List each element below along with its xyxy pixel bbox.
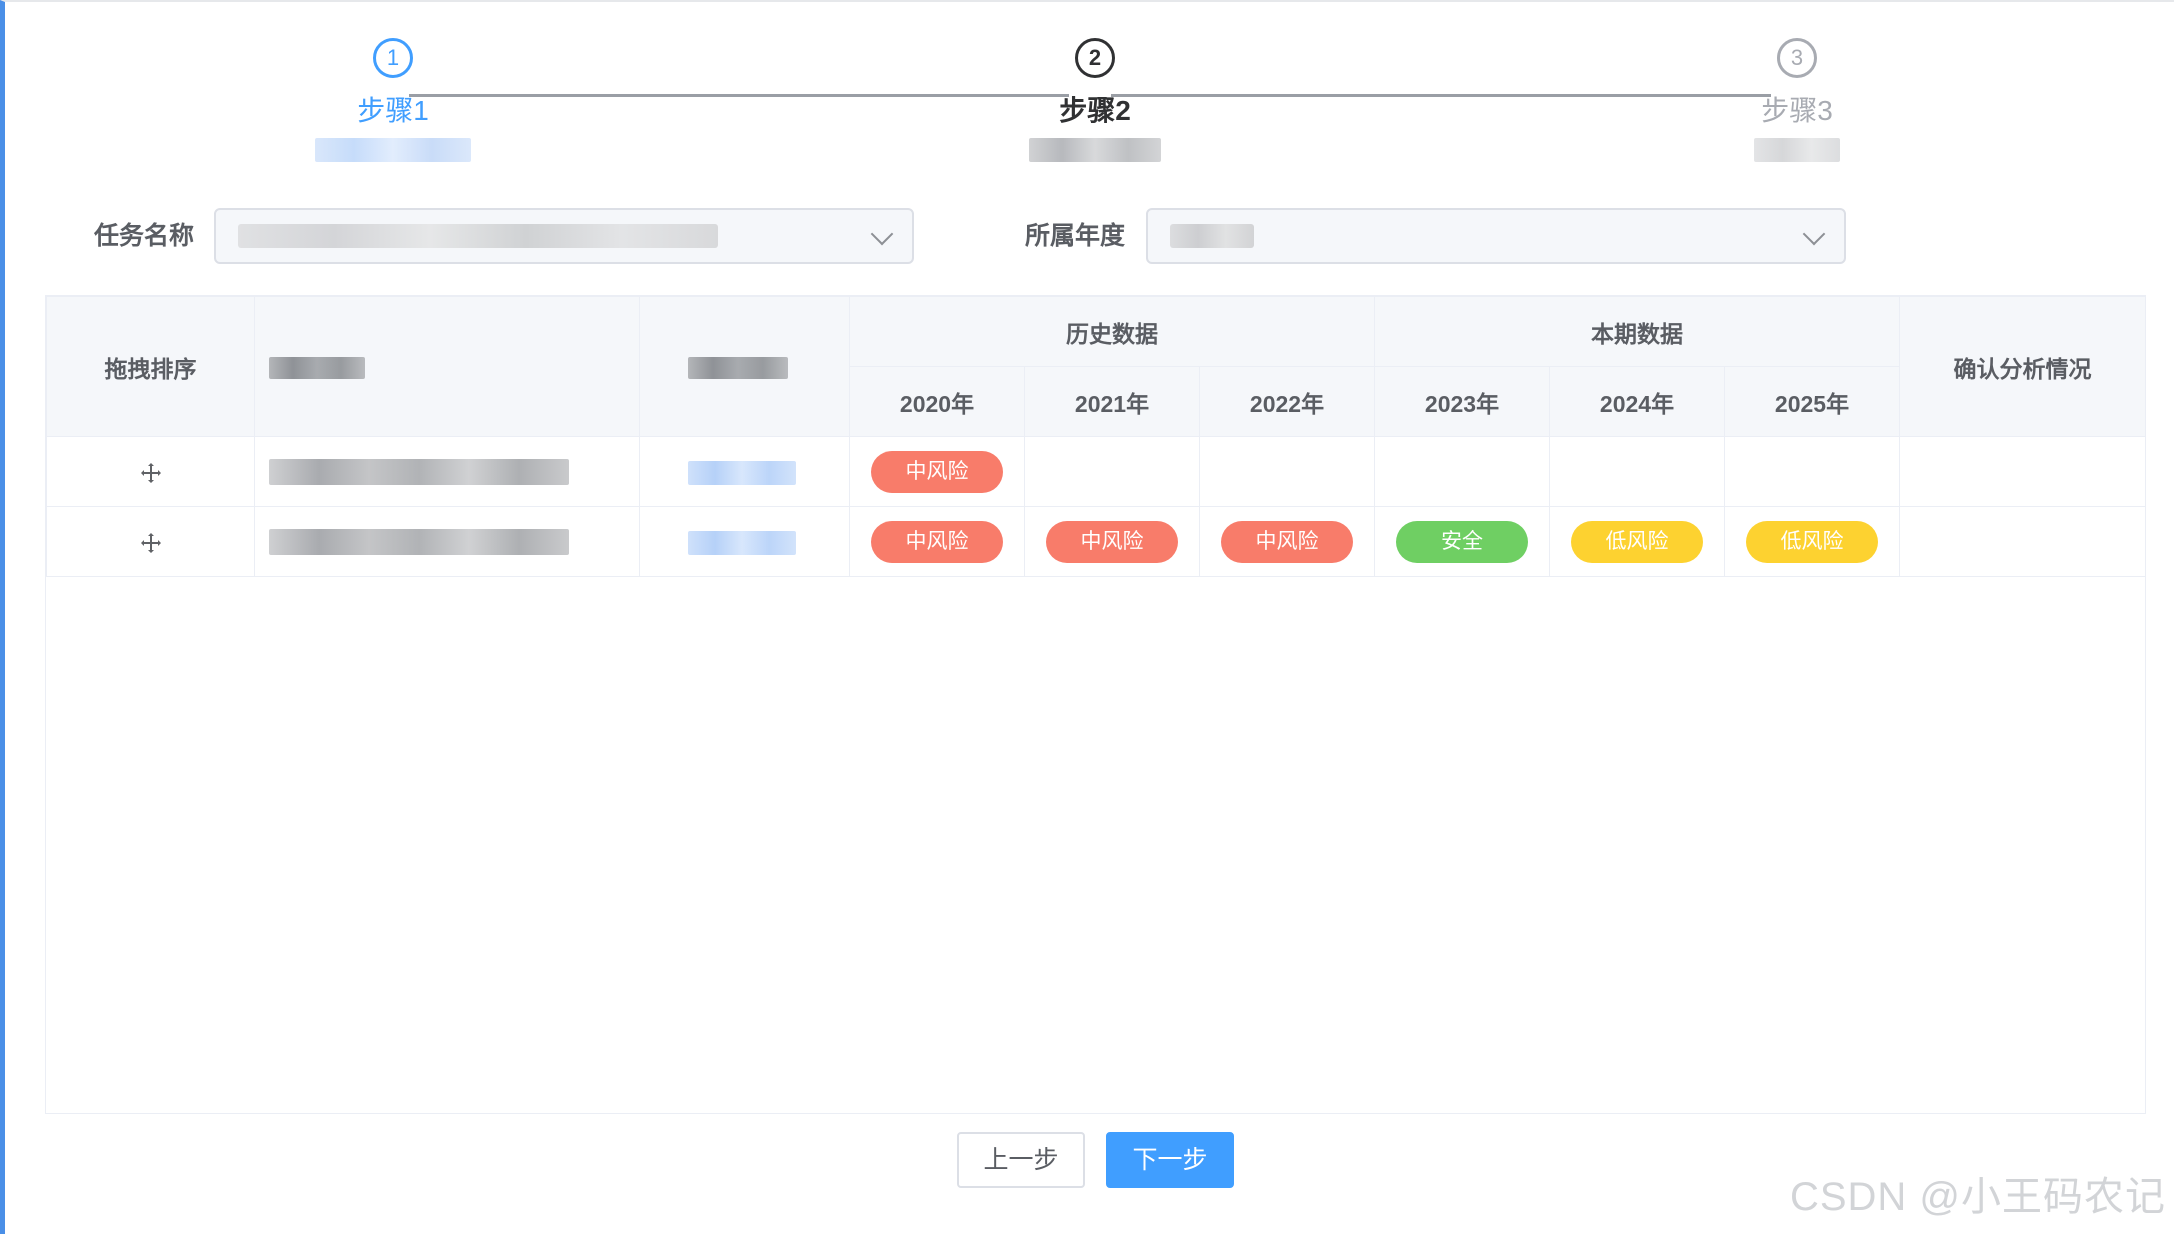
year-cell: 中风险	[1199, 506, 1375, 577]
row-link-redacted	[688, 530, 796, 555]
table-row[interactable]: 中风险	[46, 436, 2146, 507]
year-cell	[1199, 436, 1375, 507]
risk-tag: 中风险	[1046, 520, 1178, 563]
steps-bar: 1 步骤1 2 步骤2 3 步骤3	[5, 38, 2174, 178]
current-data-header: 本期数据	[1374, 296, 1900, 367]
row-link[interactable]	[639, 436, 850, 507]
name-header	[254, 296, 640, 437]
chevron-down-icon	[870, 222, 894, 246]
confirm-cell	[1899, 506, 2146, 577]
step-3[interactable]: 3 步骤3	[1667, 2, 1927, 162]
year-cell: 中风险	[1024, 506, 1200, 577]
drag-move-icon	[140, 462, 161, 483]
year-cell: 低风险	[1724, 506, 1900, 577]
year-cell	[1374, 436, 1550, 507]
confirm-analysis-header: 确认分析情况	[1899, 296, 2146, 437]
year-cell: 低风险	[1549, 506, 1725, 577]
year-cell: 中风险	[849, 506, 1025, 577]
link-header	[639, 296, 850, 437]
history-data-header: 历史数据	[849, 296, 1375, 367]
prev-step-button[interactable]: 上一步	[957, 1132, 1085, 1188]
year-header: 2025年	[1724, 366, 1900, 437]
step-2-number: 2	[1075, 38, 1115, 78]
filter-form: 任务名称 所属年度	[5, 208, 2174, 264]
chevron-down-icon	[1802, 222, 1826, 246]
step-1-title: 步骤1	[357, 95, 429, 126]
task-name-value-redacted	[238, 224, 718, 248]
risk-table: 拖拽排序 历史数据 本期数据 确认分析情况 2020年 2021年 2022年 …	[45, 295, 2146, 1114]
year-header: 2023年	[1374, 366, 1550, 437]
year-header: 2020年	[849, 366, 1025, 437]
watermark: CSDN @小王码农记	[1789, 1175, 2166, 1219]
step-3-title: 步骤3	[1761, 95, 1833, 126]
year-cell	[1724, 436, 1900, 507]
step-2-title: 步骤2	[1059, 95, 1131, 126]
confirm-cell	[1899, 436, 2146, 507]
drag-handle[interactable]	[46, 436, 255, 507]
name-header-redacted	[269, 356, 365, 379]
step-2-description-redacted	[1029, 138, 1161, 162]
row-name-redacted	[269, 459, 569, 486]
risk-tag: 中风险	[871, 450, 1003, 493]
step-1-description-redacted	[315, 138, 471, 162]
row-link-redacted	[688, 460, 796, 485]
year-header: 2021年	[1024, 366, 1200, 437]
year-cell: 中风险	[849, 436, 1025, 507]
step-1-number: 1	[373, 38, 413, 78]
risk-tag: 安全	[1396, 520, 1528, 563]
row-name	[254, 436, 640, 507]
year-label: 所属年度	[1025, 222, 1126, 250]
step-2[interactable]: 2 步骤2	[965, 2, 1225, 162]
row-name-redacted	[269, 529, 569, 556]
risk-tag: 低风险	[1746, 520, 1878, 563]
step-3-number: 3	[1777, 38, 1817, 78]
page: 1 步骤1 2 步骤2 3 步骤3 任务名称 所属年度 拖拽排序 历史数据 本期…	[0, 0, 2174, 1234]
row-name	[254, 506, 640, 577]
year-select[interactable]	[1146, 208, 1846, 264]
drag-move-icon	[140, 532, 161, 553]
year-cell: 安全	[1374, 506, 1550, 577]
year-cell	[1024, 436, 1200, 507]
link-header-redacted	[688, 356, 788, 379]
step-1[interactable]: 1 步骤1	[263, 2, 523, 162]
next-step-button[interactable]: 下一步	[1106, 1132, 1234, 1188]
task-name-select[interactable]	[214, 208, 914, 264]
drag-handle[interactable]	[46, 506, 255, 577]
year-value-redacted	[1170, 224, 1254, 248]
row-link[interactable]	[639, 506, 850, 577]
task-name-label: 任务名称	[94, 222, 195, 250]
risk-tag: 中风险	[1221, 520, 1353, 563]
step-3-description-redacted	[1754, 138, 1840, 162]
table-row[interactable]: 中风险 中风险 中风险 安全 低风险 低风险	[46, 506, 2146, 577]
risk-tag: 中风险	[871, 520, 1003, 563]
risk-tag: 低风险	[1571, 520, 1703, 563]
year-header: 2024年	[1549, 366, 1725, 437]
year-header: 2022年	[1199, 366, 1375, 437]
year-cell	[1549, 436, 1725, 507]
drag-sort-header: 拖拽排序	[46, 296, 255, 437]
